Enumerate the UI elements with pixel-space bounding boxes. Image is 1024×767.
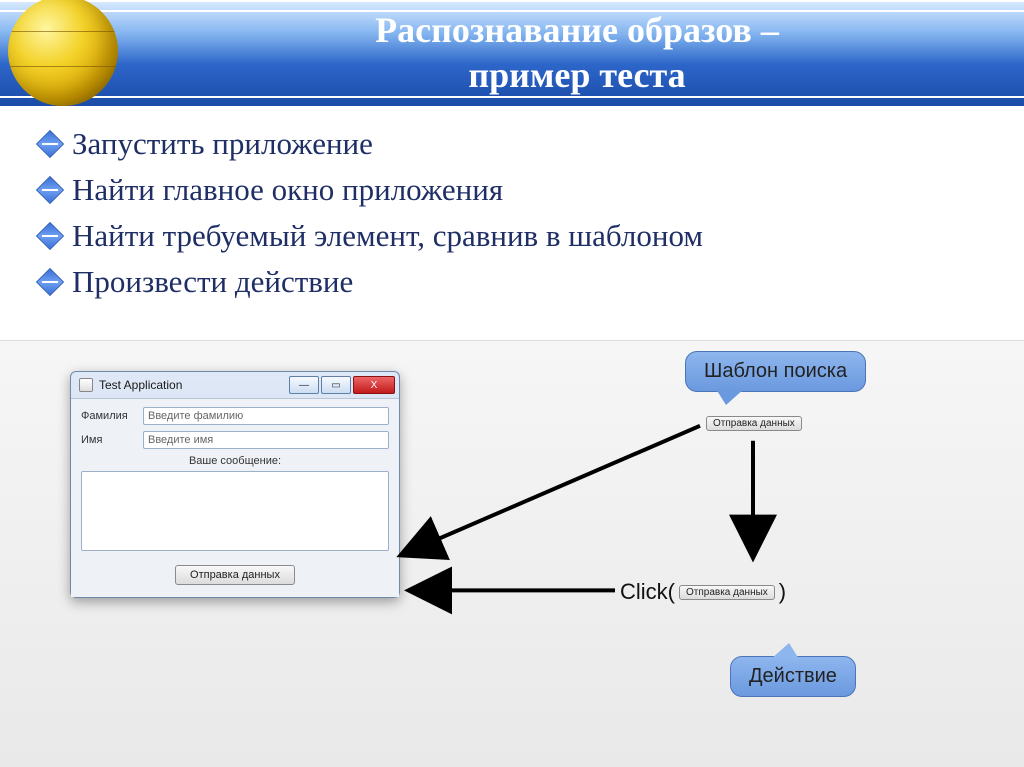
window-body: Фамилия Введите фамилию Имя Введите имя …: [71, 398, 399, 597]
send-button[interactable]: Отправка данных: [175, 565, 295, 585]
surname-label: Фамилия: [81, 410, 133, 422]
action-callout: Действие: [730, 656, 856, 697]
bullet-list: Запустить приложение Найти главное окно …: [0, 108, 1024, 318]
bullet-item: Произвести действие: [40, 264, 996, 300]
window-titlebar[interactable]: Test Application — ▭ X: [71, 372, 399, 398]
diamond-bullet-icon: [40, 272, 60, 292]
bullet-item: Запустить приложение: [40, 126, 996, 162]
click-expression: Click( Отправка данных ): [620, 579, 786, 605]
surname-placeholder: Введите фамилию: [148, 410, 243, 422]
bullet-text: Произвести действие: [72, 264, 353, 300]
name-label: Имя: [81, 434, 133, 446]
name-placeholder: Введите имя: [148, 434, 213, 446]
globe-icon: [8, 0, 128, 116]
diamond-bullet-icon: [40, 134, 60, 154]
click-arg-button: Отправка данных: [679, 585, 775, 600]
title-line-1: Распознавание образов –: [375, 10, 779, 50]
close-button[interactable]: X: [353, 376, 395, 394]
click-suffix: ): [779, 579, 786, 605]
name-input[interactable]: Введите имя: [143, 431, 389, 449]
slide-title: Распознавание образов – пример теста: [150, 8, 1004, 98]
window-title: Test Application: [99, 378, 182, 392]
template-button-sample: Отправка данных: [706, 413, 802, 431]
diagram-area: Test Application — ▭ X Фамилия Введите ф…: [0, 340, 1024, 767]
test-application-window: Test Application — ▭ X Фамилия Введите ф…: [70, 371, 400, 598]
bullet-text: Найти главное окно приложения: [72, 172, 503, 208]
bullet-item: Найти требуемый элемент, сравнив в шабло…: [40, 218, 996, 254]
app-icon: [79, 378, 93, 392]
bullet-text: Найти требуемый элемент, сравнив в шабло…: [72, 218, 703, 254]
maximize-button[interactable]: ▭: [321, 376, 351, 394]
bullet-text: Запустить приложение: [72, 126, 373, 162]
title-line-2: пример теста: [468, 55, 685, 95]
slide-header: Распознавание образов – пример теста: [0, 0, 1024, 108]
callout-text: Действие: [749, 665, 837, 687]
diamond-bullet-icon: [40, 180, 60, 200]
search-template-callout: Шаблон поиска: [685, 351, 866, 392]
click-prefix: Click(: [620, 579, 675, 605]
template-mini-button: Отправка данных: [706, 416, 802, 431]
minimize-button[interactable]: —: [289, 376, 319, 394]
surname-input[interactable]: Введите фамилию: [143, 407, 389, 425]
callout-text: Шаблон поиска: [704, 360, 847, 382]
message-textarea[interactable]: [81, 471, 389, 551]
message-label: Ваше сообщение:: [81, 455, 389, 467]
diamond-bullet-icon: [40, 226, 60, 246]
bullet-item: Найти главное окно приложения: [40, 172, 996, 208]
